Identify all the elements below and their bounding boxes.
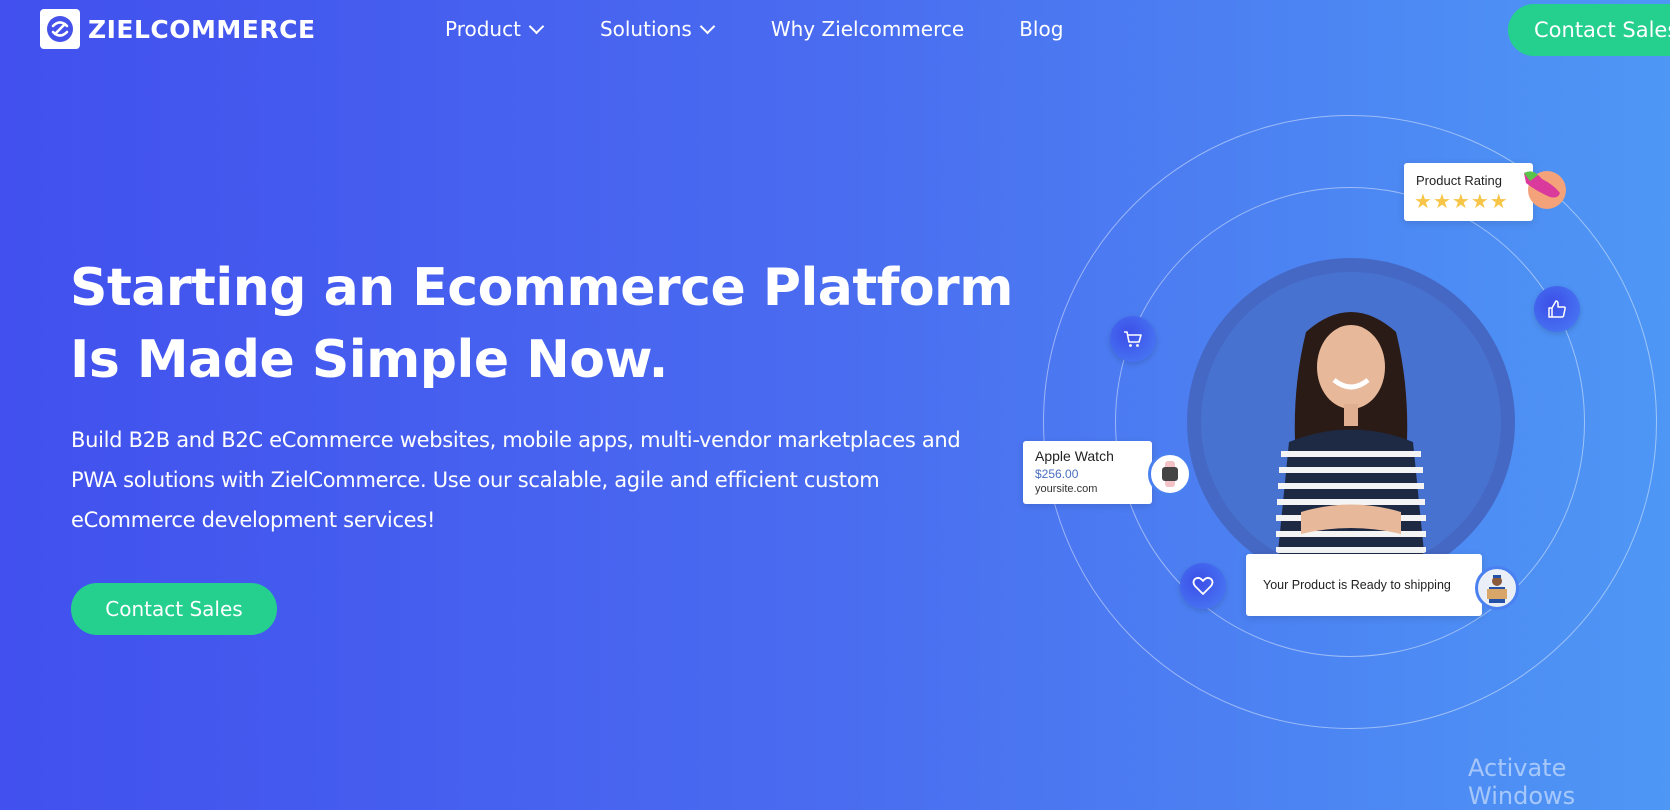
delivery-person-icon: [1487, 575, 1507, 603]
chevron-down-icon: [699, 18, 716, 34]
shipping-text: Your Product is Ready to shipping: [1263, 578, 1451, 592]
heart-bubble: [1180, 563, 1226, 609]
product-name: Apple Watch: [1035, 448, 1114, 464]
star-icon: ★: [1451, 191, 1471, 213]
product-price: $256.00: [1035, 467, 1079, 481]
apple-watch-card: Apple Watch $256.00 yoursite.com: [1023, 441, 1152, 504]
star-icon: ★: [1489, 191, 1509, 213]
cart-bubble: [1110, 316, 1156, 362]
portrait-disc: [1187, 258, 1515, 586]
logo-icon: [40, 9, 80, 49]
hero-subtitle: Build B2B and B2C eCommerce websites, mo…: [71, 428, 961, 532]
courier-avatar: [1475, 566, 1519, 610]
star-icon: ★: [1414, 191, 1433, 213]
thumbs-up-icon: [1548, 300, 1566, 318]
hero-headline: Starting an Ecommerce Platform Is Made S…: [70, 252, 1013, 396]
hero-contact-sales-button[interactable]: Contact Sales: [71, 583, 277, 635]
activate-windows-watermark: Activate Windows: [1468, 754, 1576, 810]
main-nav: Product Solutions Why Zielcommerce Blog: [445, 10, 1063, 48]
headline-line-1: Starting an Ecommerce Platform: [70, 258, 1013, 318]
star-icon: ★: [1470, 191, 1490, 213]
nav-label: Why Zielcommerce: [770, 17, 965, 41]
chevron-down-icon: [528, 18, 545, 34]
heart-icon: [1192, 576, 1214, 595]
nav-item-product[interactable]: Product: [445, 17, 545, 41]
woman-portrait-image: [1276, 312, 1426, 572]
star-rating: ★★★★★: [1414, 189, 1509, 214]
watch-avatar: [1148, 452, 1192, 496]
nav-item-blog[interactable]: Blog: [1019, 17, 1063, 41]
shopping-cart-icon: [1124, 331, 1142, 347]
star-icon: ★: [1432, 191, 1452, 213]
shipping-status-card: Your Product is Ready to shipping: [1246, 554, 1482, 616]
smartwatch-icon: [1162, 461, 1178, 487]
nav-item-solutions[interactable]: Solutions: [599, 17, 716, 41]
like-bubble: [1534, 286, 1580, 332]
brand-logo[interactable]: ZIELCOMMERCE: [40, 6, 316, 52]
nav-label: Blog: [1019, 17, 1064, 41]
product-rating-card: Product Rating ★★★★★: [1404, 163, 1533, 221]
sneaker-icon: [1524, 171, 1560, 198]
shoe-avatar: [1524, 171, 1566, 209]
header-contact-sales-button[interactable]: Contact Sales: [1508, 4, 1670, 56]
headline-line-2: Is Made Simple Now.: [70, 330, 668, 390]
nav-label: Product: [445, 17, 521, 41]
nav-label: Solutions: [599, 17, 692, 41]
nav-item-why-zielcommerce[interactable]: Why Zielcommerce: [771, 17, 964, 41]
brand-name: ZIELCOMMERCE: [88, 14, 316, 44]
rating-card-title: Product Rating: [1416, 173, 1502, 188]
product-site: yoursite.com: [1035, 483, 1098, 495]
